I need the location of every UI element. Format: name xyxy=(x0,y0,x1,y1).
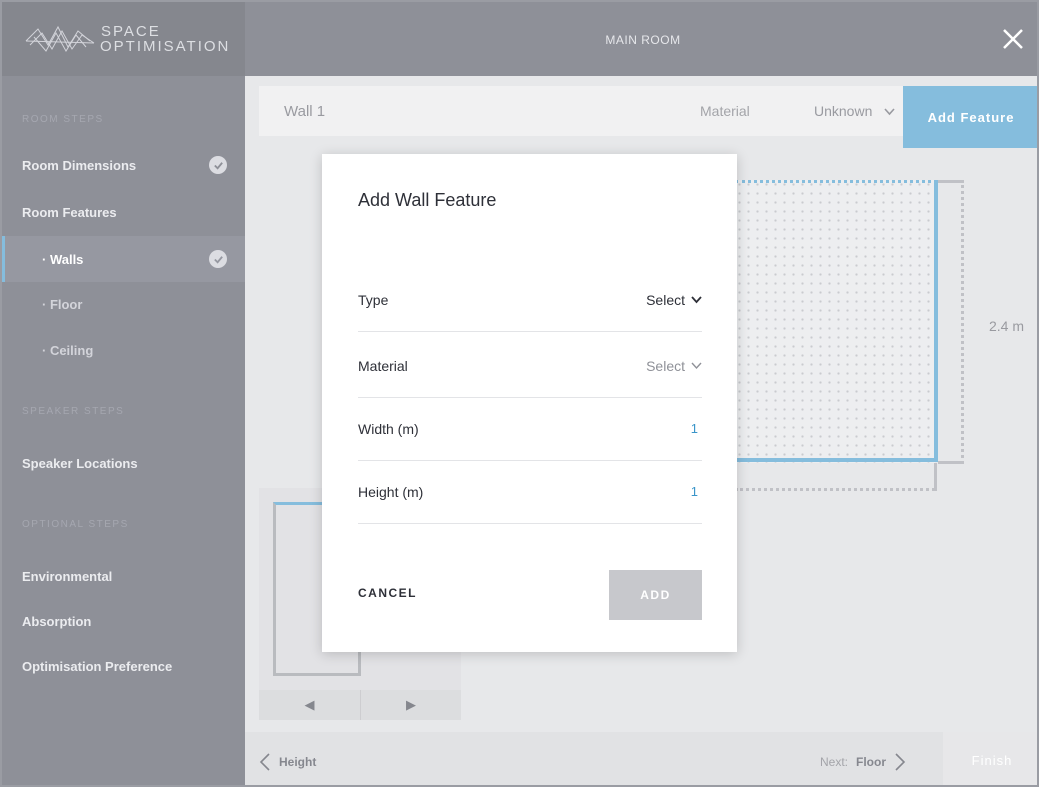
chevron-down-icon xyxy=(691,296,702,304)
dialog-title: Add Wall Feature xyxy=(358,190,497,210)
material-field[interactable]: Material Select xyxy=(358,334,702,398)
width-input[interactable]: 1 xyxy=(691,421,698,436)
height-field[interactable]: Height (m) 1 xyxy=(358,460,702,524)
chevron-down-icon xyxy=(691,362,702,370)
type-field[interactable]: Type Select xyxy=(358,268,702,332)
field-label: Material xyxy=(358,358,408,374)
field-label: Height (m) xyxy=(358,484,424,500)
type-select-value: Select xyxy=(646,292,685,308)
height-input[interactable]: 1 xyxy=(691,484,698,499)
width-field[interactable]: Width (m) 1 xyxy=(358,397,702,461)
material-select-disabled[interactable]: Select xyxy=(646,358,702,374)
material-select-value: Select xyxy=(646,358,685,374)
cancel-button[interactable]: CANCEL xyxy=(358,586,417,600)
type-select[interactable]: Select xyxy=(646,292,702,308)
add-button[interactable]: ADD xyxy=(609,570,702,620)
app-window: SPACE OPTIMISATION ROOM STEPS Room Dimen… xyxy=(0,0,1039,787)
add-wall-feature-dialog: Add Wall Feature Type Select Material Se… xyxy=(322,154,737,652)
field-label: Type xyxy=(358,292,389,308)
field-label: Width (m) xyxy=(358,421,419,437)
